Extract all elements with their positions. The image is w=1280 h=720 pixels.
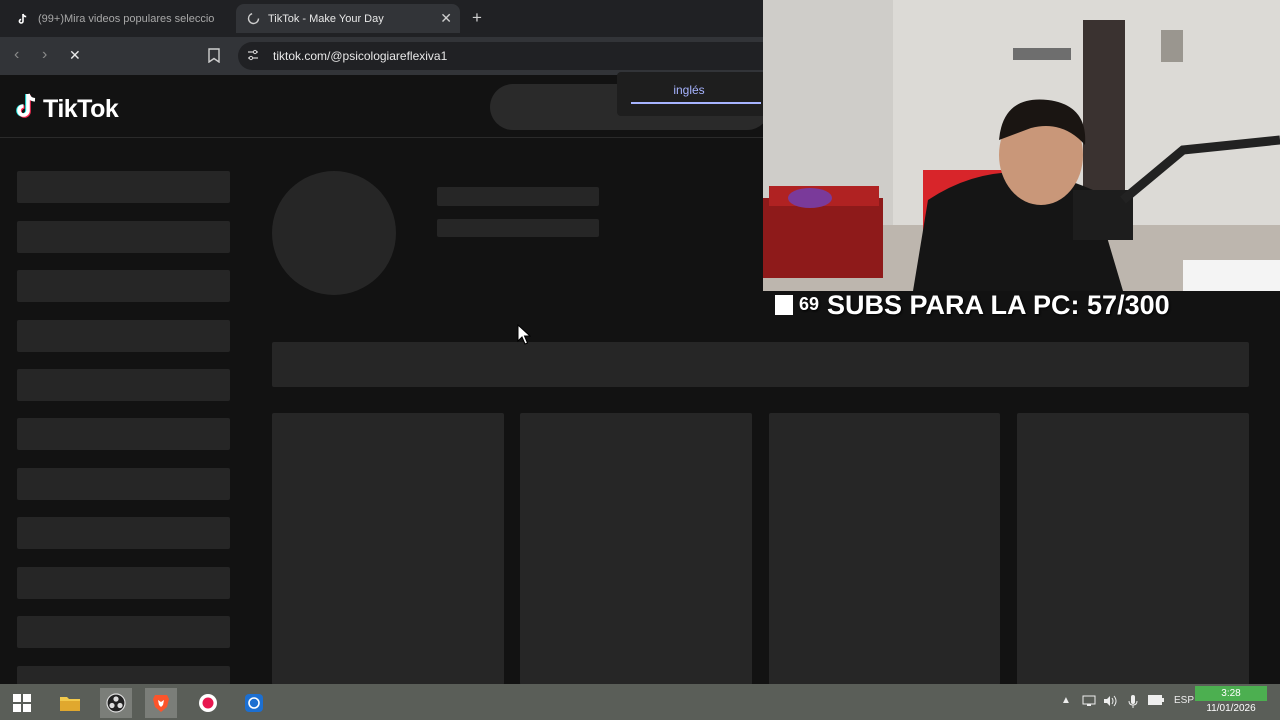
tab-tiktok-active[interactable]: TikTok - Make Your Day ✕ (236, 4, 460, 33)
stop-loading-icon[interactable]: ✕ (69, 47, 81, 64)
loading-icon (246, 12, 260, 26)
new-tab-button[interactable]: + (472, 8, 482, 28)
battery-icon[interactable] (1148, 695, 1164, 708)
sidebar-skeleton-item (17, 270, 230, 302)
subs-goal-overlay: 69 SUBS PARA LA PC: 57/300 (775, 290, 1170, 321)
back-icon[interactable]: ‹ (14, 46, 19, 64)
sidebar-skeleton-item (17, 418, 230, 450)
tiktok-icon (16, 12, 30, 26)
obs-icon[interactable] (100, 688, 132, 718)
tiktok-wordmark: TikTok (43, 95, 119, 123)
username-skeleton (437, 187, 599, 206)
app-icon[interactable] (238, 688, 270, 718)
sidebar-skeleton-item (17, 171, 230, 203)
sidebar-skeleton-item (17, 320, 230, 352)
tabs-skeleton (272, 342, 1249, 387)
screen: (99+)Mira videos populares seleccio TikT… (0, 0, 1280, 720)
clock-date: 11/01/2026 (1206, 703, 1256, 714)
url-text: tiktok.com/@psicologiareflexiva1 (273, 49, 448, 63)
video-card-skeleton (272, 413, 504, 685)
sidebar-skeleton-item (17, 567, 230, 599)
sub-count: 69 (799, 294, 820, 314)
close-icon[interactable]: ✕ (440, 10, 452, 27)
tab-label: TikTok - Make Your Day (268, 12, 384, 25)
sidebar-skeleton-item (17, 517, 230, 549)
language-popup: inglés (617, 72, 767, 116)
clock-time: 3:28 (1195, 686, 1267, 701)
tiktok-logo[interactable]: TikTok (16, 92, 119, 127)
video-card-skeleton (1017, 413, 1249, 685)
sidebar-skeleton-item (17, 666, 230, 685)
tab-label: (99+)Mira videos populares seleccio (38, 12, 215, 25)
language-option[interactable]: inglés (617, 83, 761, 97)
site-info-icon[interactable] (246, 48, 260, 62)
sidebar-skeleton-item (17, 221, 230, 253)
system-clock[interactable]: 3:28 11/01/2026 (1195, 686, 1267, 716)
video-card-skeleton (769, 413, 1000, 685)
subs-goal-text: SUBS PARA LA PC: 57/300 (827, 290, 1170, 320)
tab-tiktok-popular[interactable]: (99+)Mira videos populares seleccio (6, 4, 230, 33)
language-underline (631, 102, 761, 104)
windows-start-icon[interactable] (6, 688, 38, 718)
microphone-icon[interactable] (1128, 695, 1138, 712)
sidebar-skeleton-item (17, 616, 230, 648)
nickname-skeleton (437, 219, 599, 237)
webcam-overlay (763, 0, 1280, 291)
video-card-skeleton (520, 413, 752, 685)
app-icon[interactable] (192, 688, 224, 718)
file-explorer-icon[interactable] (54, 688, 86, 718)
tray-expand-icon[interactable]: ▲ (1061, 695, 1071, 706)
kick-icon (775, 295, 793, 315)
bookmark-icon[interactable] (208, 48, 220, 68)
brave-icon[interactable] (145, 688, 177, 718)
mouse-cursor-icon (517, 323, 532, 351)
tiktok-note-icon (16, 92, 40, 127)
input-language[interactable]: ESP (1174, 695, 1194, 706)
forward-icon[interactable]: › (42, 46, 47, 64)
sidebar-skeleton-item (17, 468, 230, 500)
network-icon[interactable] (1082, 695, 1096, 710)
volume-icon[interactable] (1103, 695, 1117, 710)
avatar-skeleton (272, 171, 396, 295)
windows-taskbar: ▲ ESP 3:28 11/01/2026 (0, 684, 1280, 720)
sidebar-skeleton-item (17, 369, 230, 401)
